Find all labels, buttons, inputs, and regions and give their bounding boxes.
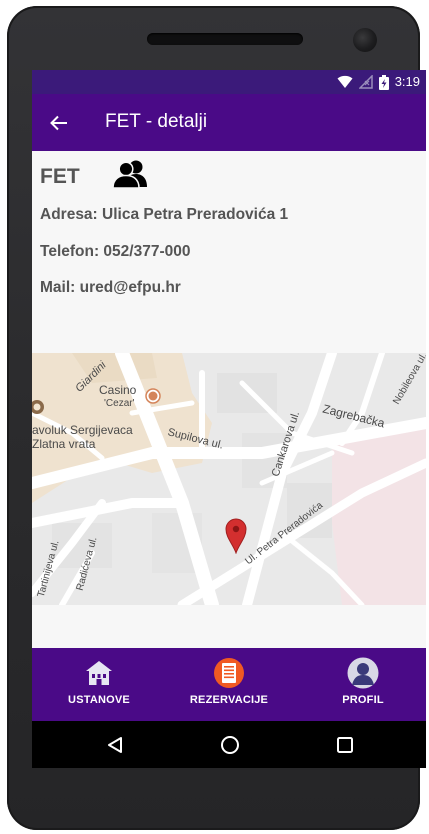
profile-icon xyxy=(346,656,380,690)
status-time: 3:19 xyxy=(394,74,420,89)
map-view[interactable]: Giardini Casino 'Cezar' avoluk Sergijeva… xyxy=(32,353,426,605)
arrow-left-icon xyxy=(50,115,67,131)
phone-frame: 3:19 FET - detalji FET Adresa: Ulica Pet… xyxy=(7,6,426,830)
map-label-casino: Casino xyxy=(99,383,137,397)
android-recents-button[interactable] xyxy=(330,731,360,759)
details-panel: FET Adresa: Ulica Petra Preradovića 1 Te… xyxy=(32,151,426,353)
map-label-zlatna-vrata: Zlatna vrata xyxy=(32,437,96,451)
map-label-sergijevaca: avoluk Sergijevaca xyxy=(32,423,133,437)
phone-camera xyxy=(353,28,377,52)
bottom-navigation: USTANOVE REZERVACIJE PROFIL xyxy=(32,648,426,721)
group-icon xyxy=(112,160,147,189)
reservations-icon xyxy=(212,656,246,690)
app-bar: FET - detalji xyxy=(32,94,426,151)
phone-speaker xyxy=(147,33,303,45)
nav-item-profil[interactable]: PROFIL xyxy=(308,656,418,716)
triangle-back-icon xyxy=(108,737,122,753)
android-navigation-bar xyxy=(32,721,426,768)
circle-home-icon xyxy=(221,736,239,754)
square-recents-icon xyxy=(337,737,353,753)
battery-charging-icon xyxy=(378,74,389,90)
address-text: Adresa: Ulica Petra Preradovića 1 xyxy=(40,206,289,223)
no-signal-icon xyxy=(358,75,373,89)
nav-label-profil: PROFIL xyxy=(342,694,384,706)
location-marker-icon[interactable] xyxy=(225,518,247,554)
institution-icon xyxy=(82,656,116,690)
wifi-icon xyxy=(337,75,353,88)
nav-item-ustanove[interactable]: USTANOVE xyxy=(44,656,154,716)
nav-item-rezervacije[interactable]: REZERVACIJE xyxy=(174,656,284,716)
phone-text[interactable]: Telefon: 052/377-000 xyxy=(40,243,190,261)
mail-text[interactable]: Mail: ured@efpu.hr xyxy=(40,279,181,297)
page-title: FET - detalji xyxy=(105,111,208,132)
android-home-button[interactable] xyxy=(215,731,245,759)
nav-label-rezervacije: REZERVACIJE xyxy=(189,694,269,706)
map-bottom-spacer xyxy=(32,605,426,648)
screen: 3:19 FET - detalji FET Adresa: Ulica Pet… xyxy=(32,70,426,768)
institution-name: FET xyxy=(40,165,80,188)
back-button[interactable] xyxy=(44,108,74,138)
map-label-casino-cezar: 'Cezar' xyxy=(104,398,135,409)
status-icons: 3:19 xyxy=(337,74,420,90)
android-back-button[interactable] xyxy=(100,731,130,759)
status-bar: 3:19 xyxy=(32,70,426,94)
nav-label-ustanove: USTANOVE xyxy=(68,694,130,706)
